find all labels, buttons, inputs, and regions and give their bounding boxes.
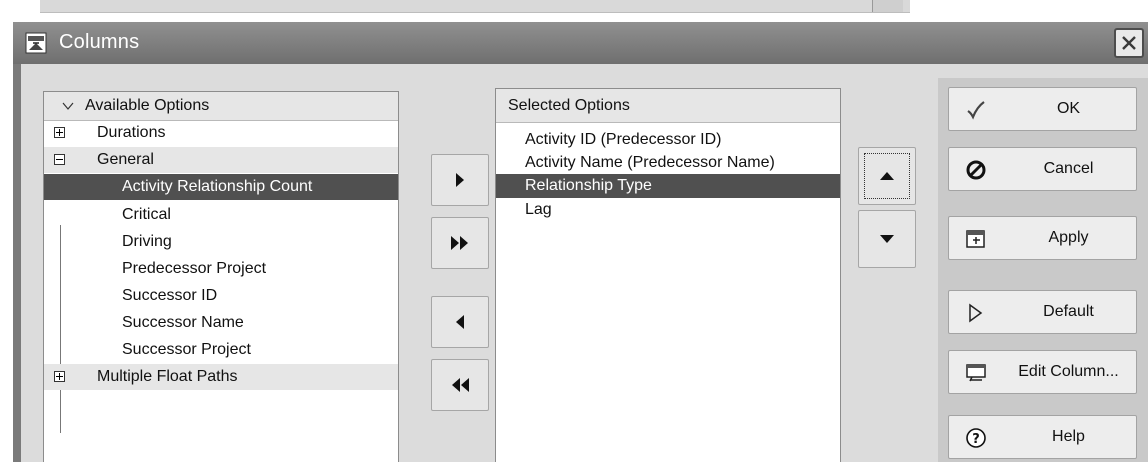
single-right-arrow-icon [456,173,464,187]
ok-button[interactable]: OK [948,87,1137,131]
background-app-edge [0,0,8,462]
tree-item-label: Critical [122,206,171,223]
chevron-down-icon [62,102,74,110]
tree-item-label: Successor Project [122,341,251,358]
action-panel: OK Cancel Apply Default Edit Column... ?… [938,78,1148,462]
selected-item-relationship-type[interactable]: Relationship Type [496,174,840,198]
tree-item-successor-id[interactable]: Successor ID [44,283,398,309]
default-button[interactable]: Default [948,290,1137,334]
selected-item-label: Relationship Type [525,177,652,194]
apply-icon [966,230,985,248]
edit-column-button[interactable]: Edit Column... [948,350,1137,394]
remove-all-button[interactable] [431,359,489,411]
selected-item-label: Activity ID (Predecessor ID) [525,131,722,148]
available-options-header[interactable]: Available Options [44,92,398,121]
selected-item-lag[interactable]: Lag [496,198,840,222]
tree-item-predecessor-project[interactable]: Predecessor Project [44,256,398,282]
tree-item-label: Successor Name [122,314,244,331]
collapse-icon[interactable] [54,154,65,165]
background-button [872,0,903,12]
tree-item-successor-project[interactable]: Successor Project [44,337,398,363]
selected-options-panel: Selected Options Activity ID (Predecesso… [495,88,841,462]
dialog-body: Available Options Durations General Acti… [21,64,1148,462]
checkmark-icon [967,101,985,120]
add-selected-button[interactable] [431,154,489,206]
tree-item-label: Successor ID [122,287,218,304]
cancel-button[interactable]: Cancel [948,147,1137,191]
down-arrow-icon [880,235,894,243]
move-up-button[interactable] [858,147,916,205]
selected-item-activity-id[interactable]: Activity ID (Predecessor ID) [496,128,840,152]
edit-column-icon [966,364,986,382]
single-left-arrow-icon [456,315,464,329]
available-options-panel: Available Options Durations General Acti… [43,91,399,462]
dialog-titlebar[interactable]: Columns [13,22,1148,64]
selected-options-title: Selected Options [508,97,630,114]
help-button[interactable]: ? Help [948,415,1137,459]
close-button[interactable] [1114,28,1144,58]
background-toolbar [40,0,910,13]
svg-text:?: ? [972,432,980,447]
columns-app-icon [25,32,47,54]
focus-indicator [864,153,910,199]
cancel-label: Cancel [1043,160,1094,177]
ok-label: OK [1056,100,1081,117]
available-options-title: Available Options [85,97,210,114]
selected-item-label: Activity Name (Predecessor Name) [525,154,775,171]
help-icon: ? [966,428,986,448]
move-down-button[interactable] [858,210,916,268]
columns-dialog: Columns Available Options Durations Gene… [13,22,1148,462]
default-icon [969,303,983,323]
edit-column-label: Edit Column... [1018,363,1119,380]
add-all-button[interactable] [431,217,489,269]
tree-item-label: Predecessor Project [122,260,267,277]
expand-icon[interactable] [54,127,65,138]
double-right-arrow-icon [451,236,468,250]
tree-item-critical[interactable]: Critical [44,202,398,228]
tree-group-multiple-float-paths[interactable]: Multiple Float Paths [44,364,398,390]
tree-group-general[interactable]: General [44,147,398,173]
double-left-arrow-icon [452,378,469,392]
tree-item-label: Activity Relationship Count [122,178,313,195]
apply-label: Apply [1048,229,1089,246]
tree-group-label: General [97,151,154,168]
apply-button[interactable]: Apply [948,216,1137,260]
help-label: Help [1052,428,1085,445]
tree-item-driving[interactable]: Driving [44,229,398,255]
selected-options-header: Selected Options [496,89,840,123]
tree-item-successor-name[interactable]: Successor Name [44,310,398,336]
cancel-icon [966,160,986,180]
tree-group-label: Durations [97,124,166,141]
default-label: Default [1043,303,1094,320]
tree-item-activity-relationship-count[interactable]: Activity Relationship Count [44,174,398,200]
remove-selected-button[interactable] [431,296,489,348]
close-icon [1122,36,1136,50]
tree-group-durations[interactable]: Durations [44,120,398,146]
selected-item-activity-name[interactable]: Activity Name (Predecessor Name) [496,151,840,175]
tree-group-label: Multiple Float Paths [97,368,238,385]
selected-item-label: Lag [525,201,552,218]
background-app [0,0,1148,22]
dialog-title: Columns [59,31,140,53]
tree-item-label: Driving [122,233,172,250]
expand-icon[interactable] [54,371,65,382]
